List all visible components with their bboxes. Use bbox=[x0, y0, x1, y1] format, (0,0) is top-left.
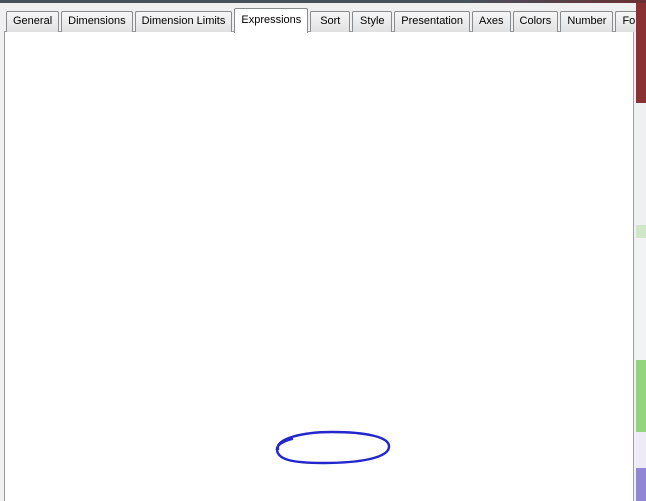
tab-colors[interactable]: Colors bbox=[512, 11, 559, 32]
tab-style[interactable]: Style bbox=[352, 11, 393, 32]
tab-presentation[interactable]: Presentation bbox=[394, 11, 471, 32]
tab-expressions[interactable]: Expressions bbox=[234, 8, 309, 33]
tab-number[interactable]: Number bbox=[560, 11, 614, 32]
tab-axes[interactable]: Axes bbox=[472, 11, 511, 32]
tab-sort[interactable]: Sort bbox=[310, 11, 351, 32]
background-edge bbox=[636, 0, 646, 501]
window-top-edge bbox=[0, 0, 646, 3]
tab-bar: General Dimensions Dimension Limits Expr… bbox=[6, 7, 646, 33]
tab-page-background bbox=[4, 31, 634, 501]
tab-dimension-limits[interactable]: Dimension Limits bbox=[134, 11, 233, 32]
tab-dimensions[interactable]: Dimensions bbox=[61, 11, 133, 32]
tab-general[interactable]: General bbox=[6, 11, 60, 32]
expressions-properties-dialog: General Dimensions Dimension Limits Expr… bbox=[0, 0, 646, 501]
